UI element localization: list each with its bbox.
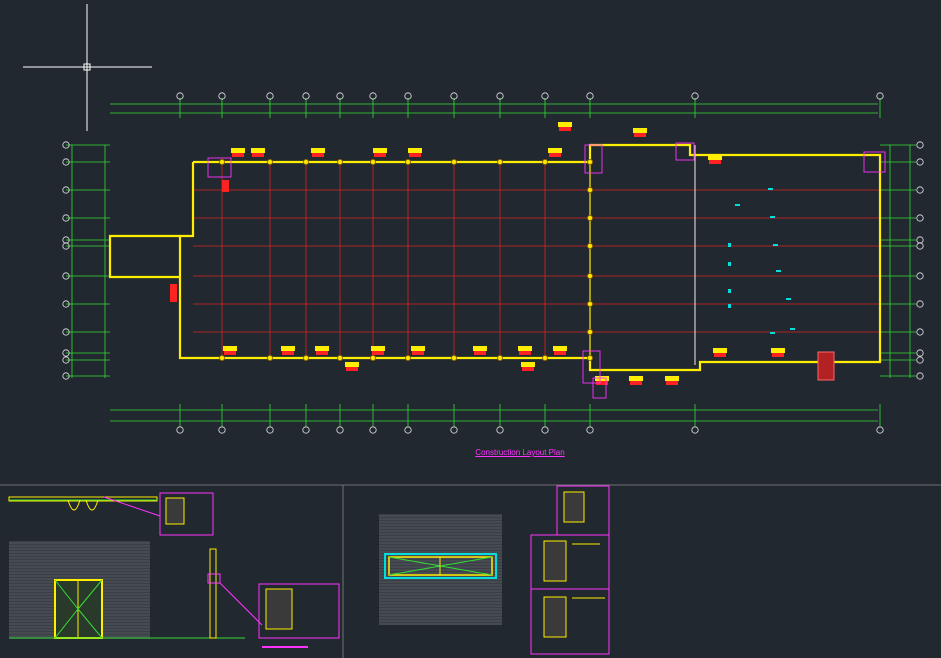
detail-section-stack — [530, 485, 610, 655]
grid-bubble-right-K — [916, 349, 924, 357]
grid-bubble-bottom-13 — [876, 426, 884, 434]
construction-layout-drawing — [0, 4, 941, 658]
building-walls — [108, 143, 882, 372]
grid-bubble-bottom-9 — [496, 426, 504, 434]
crosshair-cursor-icon — [23, 4, 152, 131]
grid-bubble-right-J — [916, 328, 924, 336]
grid-bubble-bottom-2 — [218, 426, 226, 434]
grid-bubble-bottom-6 — [369, 426, 377, 434]
structural-grid — [193, 162, 880, 358]
detail-wall-section — [8, 492, 214, 536]
grid-bubble-right-G — [916, 272, 924, 280]
grid-bubble-right-C — [916, 186, 924, 194]
cad-viewport[interactable]: Construction Layout Plan — [0, 0, 941, 658]
grid-bubble-right-M — [916, 372, 924, 380]
grid-bubble-bottom-5 — [336, 426, 344, 434]
grid-bubble-right-E — [916, 236, 924, 244]
detail-elevation-door — [9, 541, 340, 648]
grid-bubble-bottom-4 — [302, 426, 310, 434]
grid-bubble-right-H — [916, 300, 924, 308]
grid-bubble-right-F — [916, 242, 924, 250]
grid-bubbles — [62, 92, 924, 434]
drawing-title: Construction Layout Plan — [475, 448, 565, 457]
dimension-lines — [66, 98, 916, 426]
cyan-fixtures — [728, 188, 795, 334]
grid-bubble-bottom-3 — [266, 426, 274, 434]
grid-bubble-bottom-11 — [586, 426, 594, 434]
grid-bubble-bottom-12 — [691, 426, 699, 434]
grid-bubble-right-L — [916, 356, 924, 364]
grid-bubble-bottom-8 — [450, 426, 458, 434]
grid-bubble-bottom-1 — [176, 426, 184, 434]
grid-bubble-right-A — [916, 141, 924, 149]
grid-bubble-right-B — [916, 158, 924, 166]
grid-bubble-bottom-7 — [404, 426, 412, 434]
grid-bubble-bottom-10 — [541, 426, 549, 434]
detail-window-plan — [379, 514, 502, 625]
grid-bubble-right-D — [916, 214, 924, 222]
